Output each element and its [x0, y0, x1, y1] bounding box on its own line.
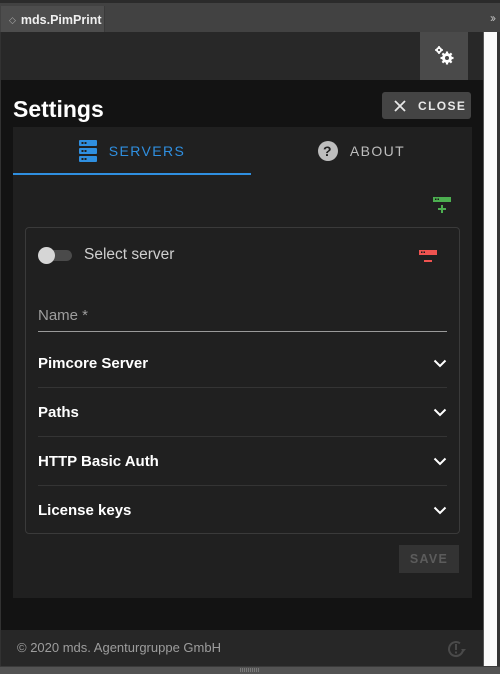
- section-label: Pimcore Server: [38, 354, 149, 372]
- name-field[interactable]: [38, 300, 447, 332]
- update-alert-icon[interactable]: [446, 639, 466, 659]
- tab-about-label: ABOUT: [349, 143, 406, 159]
- close-label: CLOSE: [418, 98, 467, 113]
- gears-icon: [435, 46, 454, 65]
- remove-server-button[interactable]: [418, 248, 438, 266]
- remove-server-icon: [419, 250, 437, 262]
- chevron-down-icon: [433, 359, 447, 367]
- active-tab-indicator: [13, 173, 251, 175]
- copyright-text: © 2020 mds. Agenturgruppe GmbH: [17, 640, 221, 655]
- section-label: License keys: [38, 502, 132, 519]
- toggle-thumb: [38, 247, 55, 264]
- close-icon: [394, 99, 406, 112]
- section-license-keys[interactable]: License keys: [38, 486, 447, 535]
- add-server-icon: [433, 197, 451, 213]
- tab-servers-label: SERVERS: [108, 143, 186, 159]
- settings-card: SERVERS ? ABOUT Select server Name * Pim…: [13, 127, 472, 598]
- settings-page: Settings CLOSE SERVERS ? ABOUT Select se…: [1, 80, 483, 630]
- toolbar: [1, 32, 483, 80]
- chevron-down-icon: [433, 408, 447, 416]
- svg-text:?: ?: [323, 143, 333, 159]
- footer: © 2020 mds. Agenturgruppe GmbH: [1, 630, 483, 666]
- server-icon: [78, 140, 97, 162]
- tab-servers[interactable]: SERVERS: [13, 127, 251, 175]
- settings-button[interactable]: [420, 32, 468, 80]
- scrollbar[interactable]: [483, 32, 497, 666]
- updown-icon: ◇: [9, 14, 16, 25]
- section-label: Paths: [38, 403, 79, 421]
- close-button[interactable]: CLOSE: [382, 92, 471, 119]
- section-label: HTTP Basic Auth: [38, 452, 159, 470]
- section-paths[interactable]: Paths: [38, 388, 447, 437]
- double-chevron-right-icon[interactable]: ››: [490, 11, 496, 25]
- chevron-down-icon: [433, 506, 447, 515]
- section-pimcore-server[interactable]: Pimcore Server: [38, 339, 447, 388]
- select-server-label: Select server: [84, 246, 175, 263]
- section-http-basic-auth[interactable]: HTTP Basic Auth: [38, 437, 447, 486]
- resize-grip-icon[interactable]: [240, 668, 260, 672]
- server-config: Select server Pimcore Server Pat: [25, 227, 460, 534]
- resize-bar[interactable]: [0, 666, 500, 674]
- page-title: Settings: [13, 96, 104, 122]
- save-button[interactable]: SAVE: [399, 545, 459, 573]
- chevron-down-icon: [433, 457, 447, 465]
- panel-tab-label: mds.PimPrint: [20, 13, 102, 27]
- tabs: SERVERS ? ABOUT: [13, 127, 472, 175]
- name-input[interactable]: [38, 300, 447, 331]
- select-server-toggle[interactable]: [38, 247, 72, 264]
- tab-about[interactable]: ? ABOUT: [251, 127, 472, 175]
- add-server-button[interactable]: [432, 195, 452, 217]
- panel-tab[interactable]: ◇ mds.PimPrint: [1, 6, 105, 34]
- panel-frame: ◇ mds.PimPrint ›› Settings CLOSE SERVERS…: [0, 0, 500, 674]
- panel-tabbar: ◇ mds.PimPrint ››: [0, 0, 500, 34]
- help-circle-icon: ?: [317, 141, 338, 161]
